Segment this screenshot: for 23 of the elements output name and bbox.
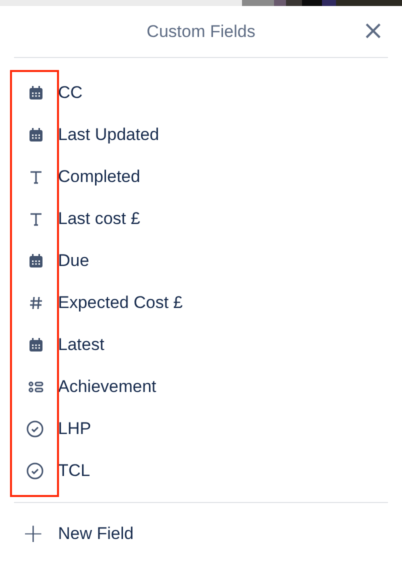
field-item[interactable]: CC: [58, 83, 83, 103]
field-item[interactable]: Due: [58, 251, 90, 271]
list-options-icon: [28, 379, 44, 395]
hash-icon: [28, 295, 44, 311]
calendar-icon: [28, 127, 44, 143]
calendar-icon: [28, 85, 44, 101]
check-circle-icon: [26, 420, 44, 438]
field-item[interactable]: Last Updated: [58, 125, 160, 145]
field-item[interactable]: Last cost £: [58, 209, 140, 229]
close-button[interactable]: ×: [358, 19, 388, 43]
field-item[interactable]: Latest: [58, 335, 104, 355]
text-type-icon: [28, 211, 44, 227]
field-item[interactable]: Achievement: [58, 377, 156, 397]
field-item[interactable]: Completed: [58, 167, 140, 187]
field-item[interactable]: TCL: [58, 461, 90, 481]
new-field-button[interactable]: + New Field: [0, 509, 134, 559]
field-item[interactable]: LHP: [58, 419, 92, 439]
calendar-icon: [28, 337, 44, 353]
popover-title: Custom Fields: [146, 22, 256, 42]
text-type-icon: [28, 169, 44, 185]
field-item[interactable]: Expected Cost £: [58, 293, 183, 313]
calendar-icon: [28, 253, 44, 269]
check-circle-icon: [26, 462, 44, 480]
